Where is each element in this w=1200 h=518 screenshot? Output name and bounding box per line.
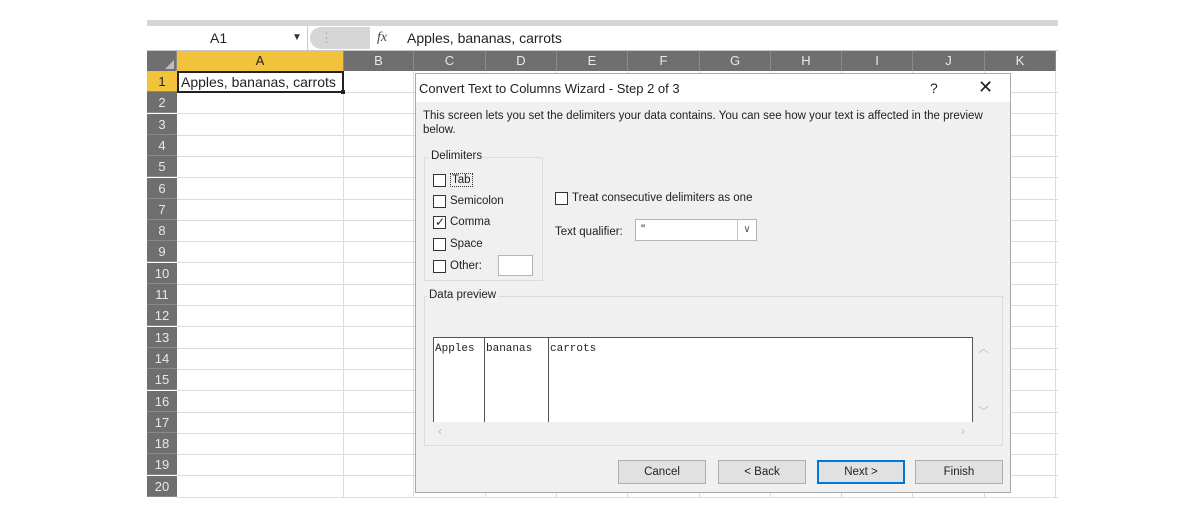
row-header-9[interactable]: 9 [147, 241, 177, 263]
row-header-2[interactable]: 2 [147, 92, 177, 114]
gridline [177, 496, 1058, 498]
row-header-15[interactable]: 15 [147, 369, 177, 391]
consecutive-checkbox-box[interactable] [555, 191, 568, 205]
data-preview-grid[interactable]: Apples bananas carrots [433, 337, 973, 422]
finish-button[interactable]: Finish [915, 460, 1003, 484]
row-header-12[interactable]: 12 [147, 305, 177, 327]
preview-column[interactable]: bananas [485, 338, 549, 422]
row-header-1[interactable]: 1 [147, 71, 177, 92]
other-label: Other: [450, 260, 482, 272]
row-header-10[interactable]: 10 [147, 262, 177, 284]
scroll-right-icon[interactable]: › [961, 424, 965, 438]
cell-a1[interactable]: Apples, bananas, carrots [177, 71, 345, 94]
space-checkbox-box[interactable] [433, 237, 446, 251]
other-delimiter-input[interactable] [498, 255, 533, 276]
scroll-left-icon[interactable]: ‹ [438, 424, 442, 438]
row-header-5[interactable]: 5 [147, 156, 177, 178]
formula-bar: A1 ▼ ⋮ fx Apples, bananas, carrots [147, 26, 1058, 51]
text-to-columns-dialog: Convert Text to Columns Wizard - Step 2 … [415, 73, 1011, 493]
semicolon-checkbox[interactable]: Semicolon [433, 193, 504, 209]
row-header-11[interactable]: 11 [147, 284, 177, 305]
chevron-down-icon[interactable]: ∨ [737, 220, 756, 240]
text-qualifier-label: Text qualifier: [555, 226, 623, 238]
row-header-20[interactable]: 20 [147, 475, 177, 497]
back-button[interactable]: < Back [718, 460, 806, 484]
delimiters-label: Delimiters [429, 150, 485, 162]
scroll-down-icon[interactable]: ﹀ [978, 403, 989, 419]
comma-checkbox[interactable]: Comma [433, 214, 490, 230]
other-checkbox[interactable]: Other: [433, 258, 482, 274]
tab-label: Tab [450, 173, 473, 187]
consecutive-delimiters-checkbox[interactable]: Treat consecutive delimiters as one [555, 190, 752, 206]
cancel-button[interactable]: Cancel [618, 460, 706, 484]
formula-bar-separator[interactable]: ⋮ [310, 27, 370, 49]
dialog-description: This screen lets you set the delimiters … [423, 110, 983, 136]
scroll-up-icon[interactable]: ︿ [978, 340, 989, 356]
row-header-7[interactable]: 7 [147, 198, 177, 220]
column-header-c[interactable]: C [414, 51, 486, 71]
row-header-19[interactable]: 19 [147, 454, 177, 476]
close-button[interactable]: ✕ [978, 77, 993, 98]
data-preview-label: Data preview [427, 289, 499, 301]
text-qualifier-value: " [641, 224, 646, 236]
comma-checkbox-box[interactable] [433, 214, 446, 230]
row-header-6[interactable]: 6 [147, 177, 177, 199]
semicolon-checkbox-box[interactable] [433, 194, 446, 208]
space-checkbox[interactable]: Space [433, 236, 483, 252]
column-header-i[interactable]: I [842, 51, 913, 71]
row-header-13[interactable]: 13 [147, 326, 177, 348]
preview-cell: bananas [486, 343, 533, 355]
text-qualifier-select[interactable]: " ∨ [635, 219, 757, 241]
column-header-k[interactable]: K [985, 51, 1056, 71]
row-header-18[interactable]: 18 [147, 433, 177, 455]
name-box[interactable]: A1 ▼ [147, 26, 308, 50]
column-header-b[interactable]: B [344, 51, 414, 71]
preview-cell: Apples [435, 343, 475, 355]
column-header-a[interactable]: A [177, 51, 344, 71]
column-header-e[interactable]: E [557, 51, 628, 71]
preview-column[interactable]: Apples [434, 338, 485, 422]
dialog-title: Convert Text to Columns Wizard - Step 2 … [419, 81, 680, 96]
other-checkbox-box[interactable] [433, 259, 446, 273]
column-header-j[interactable]: J [913, 51, 985, 71]
dialog-titlebar: Convert Text to Columns Wizard - Step 2 … [416, 74, 1010, 102]
separator-dots-icon: ⋮ [320, 30, 333, 45]
column-header-h[interactable]: H [771, 51, 842, 71]
help-button[interactable]: ? [930, 80, 938, 96]
consecutive-label: Treat consecutive delimiters as one [572, 192, 753, 204]
column-header-g[interactable]: G [700, 51, 771, 71]
row-header-4[interactable]: 4 [147, 134, 177, 156]
tab-checkbox[interactable]: Tab [433, 172, 473, 188]
column-header-d[interactable]: D [486, 51, 557, 71]
next-button[interactable]: Next > [817, 460, 905, 484]
space-label: Space [450, 238, 483, 250]
comma-label: Comma [450, 216, 491, 228]
preview-cell: carrots [550, 343, 597, 355]
semicolon-label: Semicolon [450, 195, 504, 207]
column-header-f[interactable]: F [628, 51, 700, 71]
name-box-value: A1 [210, 30, 228, 46]
preview-horizontal-scrollbar[interactable]: ‹ › [433, 422, 973, 440]
row-header-16[interactable]: 16 [147, 390, 177, 412]
name-box-dropdown-icon[interactable]: ▼ [292, 26, 302, 50]
formula-input[interactable]: Apples, bananas, carrots [407, 26, 562, 50]
preview-vertical-scrollbar[interactable]: ︿ ﹀ [973, 337, 994, 422]
insert-function-icon[interactable]: fx [377, 26, 387, 50]
tab-checkbox-box[interactable] [433, 173, 446, 187]
select-all-button[interactable] [147, 51, 177, 71]
row-header-14[interactable]: 14 [147, 347, 177, 369]
row-header-8[interactable]: 8 [147, 220, 177, 242]
row-header-17[interactable]: 17 [147, 411, 177, 433]
row-header-3[interactable]: 3 [147, 113, 177, 135]
